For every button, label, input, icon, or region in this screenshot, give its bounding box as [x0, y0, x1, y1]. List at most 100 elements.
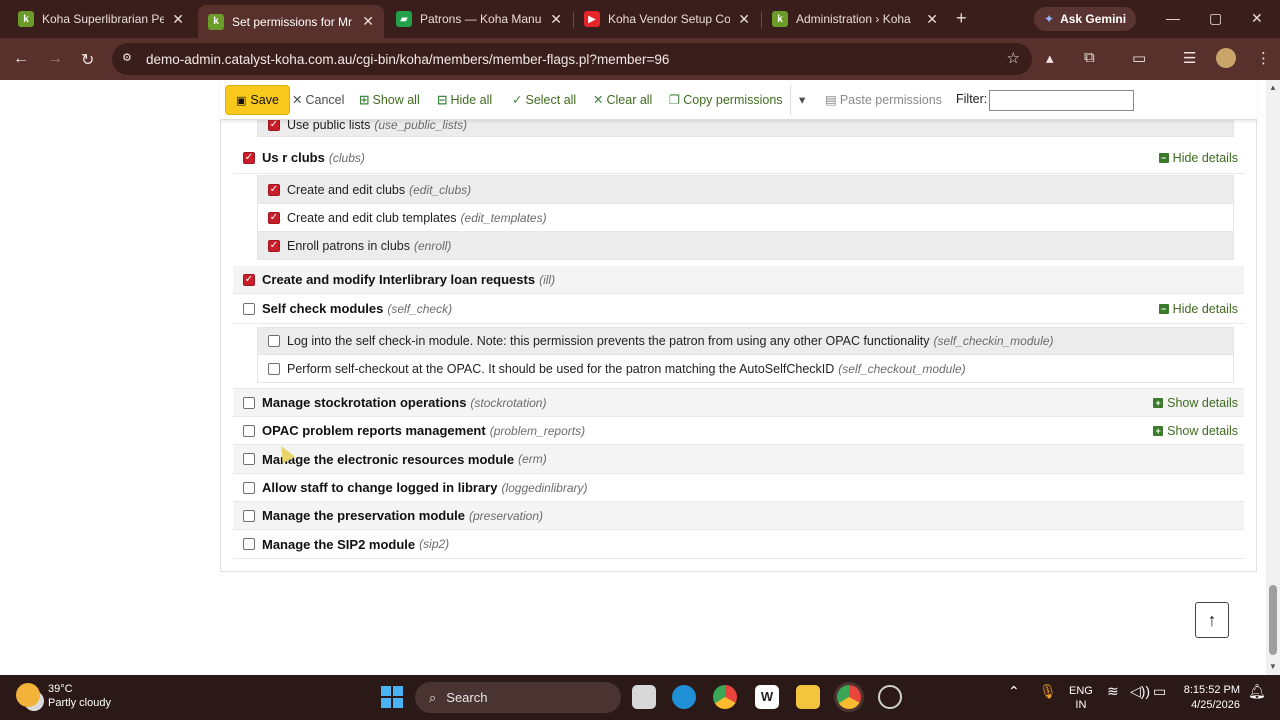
book-favicon-icon: ▰ [396, 11, 412, 27]
file-explorer-icon[interactable] [796, 685, 820, 709]
permission-checkbox[interactable] [268, 118, 280, 131]
hide-details-link[interactable]: − Hide details [1158, 302, 1238, 316]
microphone-icon[interactable]: 🎙 [1039, 683, 1057, 700]
permission-checkbox[interactable] [243, 396, 255, 409]
permission-code: (edit_templates) [460, 210, 547, 225]
show-hidden-icons-chevron-icon[interactable]: ⌃ [1008, 683, 1020, 700]
taskbar-search-box[interactable]: ⌕ Search [415, 682, 621, 713]
hide-details-link[interactable]: − Hide details [1158, 151, 1238, 165]
chrome-active-window-icon[interactable] [837, 685, 861, 709]
clock-date: 4/25/2026 [1191, 699, 1240, 711]
maximize-icon[interactable]: ▢ [1209, 10, 1222, 27]
close-tab-icon[interactable]: ✕ [926, 11, 938, 28]
window-close-icon[interactable]: ✕ [1251, 10, 1263, 27]
wikipedia-app-icon[interactable]: W [755, 685, 779, 709]
cast-icon[interactable]: ▭ [1132, 49, 1146, 67]
select-all-button[interactable]: ✓ Select all [512, 92, 576, 108]
browser-tab-1[interactable]: k Koha Superlibrarian Perm ✕ [8, 5, 194, 33]
task-view-icon[interactable] [632, 685, 656, 709]
language-indicator[interactable]: ENG IN [1069, 684, 1093, 712]
scroll-up-arrow-icon[interactable]: ▲ [1269, 83, 1277, 92]
paste-permissions-button[interactable]: ▤ Paste permissions [825, 92, 942, 108]
permission-row-preservation: Manage the preservation module (preserva… [233, 502, 1244, 530]
permission-checkbox[interactable] [243, 273, 255, 286]
permission-checkbox[interactable] [268, 183, 280, 196]
browser-tab-4[interactable]: ▶ Koha Vendor Setup Com ✕ [574, 5, 760, 33]
site-info-icon[interactable]: ⚙ [122, 51, 136, 65]
search-placeholder: Search [446, 690, 488, 705]
save-button[interactable]: ▣ Save [225, 85, 290, 115]
permission-checkbox[interactable] [243, 509, 255, 522]
permission-checkbox[interactable] [243, 538, 255, 550]
copy-permissions-button[interactable]: ❐ Copy permissions [669, 92, 783, 108]
show-details-link[interactable]: + Show details [1153, 396, 1238, 410]
permission-label: Create and edit clubs [287, 182, 406, 197]
scrollbar-thumb[interactable] [1269, 585, 1277, 655]
browser-tab-3[interactable]: ▰ Patrons — Koha Manual ✕ [386, 5, 572, 33]
permission-checkbox[interactable] [268, 335, 280, 347]
page-scrollbar[interactable]: ▲ ▼ [1266, 80, 1280, 675]
show-all-button[interactable]: ⊞ Show all [359, 92, 420, 108]
gemini-label: Ask Gemini [1060, 12, 1127, 26]
show-details-link[interactable]: + Show details [1153, 424, 1238, 438]
obs-studio-icon[interactable] [878, 685, 902, 709]
chrome-browser-icon[interactable] [713, 685, 737, 709]
extensions-puzzle-icon[interactable]: ⧉ [1084, 49, 1095, 66]
close-tab-icon[interactable]: ✕ [172, 11, 184, 28]
system-clock[interactable]: 8:15:52 PM 4/25/2026 [1176, 683, 1240, 713]
chrome-menu-icon[interactable]: ⋮ [1256, 49, 1271, 67]
language-code: ENG [1069, 685, 1093, 697]
filter-input[interactable] [989, 90, 1134, 111]
gemini-sparkle-icon: ✦ [1044, 12, 1055, 26]
plus-square-icon: ⊞ [359, 93, 370, 107]
bookmark-star-icon[interactable]: ☆ [1007, 49, 1020, 67]
permission-checkbox[interactable] [268, 362, 280, 375]
new-tab-icon[interactable]: + [956, 8, 967, 29]
copy-permissions-dropdown-caret-icon[interactable]: ▾ [799, 92, 805, 107]
volume-icon[interactable]: ◁)) [1130, 683, 1150, 700]
windows-taskbar: 39°C Partly cloudy ⌕ Search W ⌃ 🎙 ENG IN… [0, 675, 1280, 720]
scroll-to-top-button[interactable]: ↑ [1195, 602, 1229, 638]
permission-checkbox[interactable] [243, 453, 255, 465]
ask-gemini-button[interactable]: ✦ Ask Gemini [1034, 7, 1137, 31]
close-tab-icon[interactable]: ✕ [550, 11, 562, 28]
back-arrow-icon[interactable]: ← [13, 50, 29, 68]
permission-checkbox[interactable] [243, 302, 255, 315]
forward-arrow-icon[interactable]: → [47, 50, 63, 68]
close-tab-icon[interactable]: ✕ [362, 13, 374, 30]
clock-time: 8:15:52 PM [1183, 684, 1240, 696]
url-field[interactable]: ⚙ demo-admin.catalyst-koha.com.au/cgi-bi… [112, 43, 1032, 75]
browser-tab-bar: k Koha Superlibrarian Perm ✕ k Set permi… [0, 0, 1280, 38]
browser-tab-5[interactable]: k Administration › Koha ✕ [762, 5, 948, 33]
checkmark-icon: ✓ [512, 93, 523, 107]
media-controls-icon[interactable]: ☰ [1183, 49, 1196, 67]
weather-widget[interactable]: 39°C Partly cloudy [16, 683, 111, 709]
minimize-icon[interactable]: — [1166, 10, 1180, 26]
browser-tab-2-active[interactable]: k Set permissions for Mr S ✕ [198, 5, 384, 38]
plus-square-icon: + [1153, 425, 1164, 436]
cancel-button[interactable]: ✕ Cancel [292, 92, 344, 108]
scroll-down-arrow-icon[interactable]: ▼ [1269, 662, 1277, 671]
clear-all-button[interactable]: ✕ Clear all [593, 92, 652, 108]
battery-icon[interactable]: ▭ [1153, 683, 1166, 700]
wifi-icon[interactable]: ≋ [1107, 683, 1119, 700]
x-icon: ✕ [593, 93, 604, 107]
permission-checkbox[interactable] [243, 424, 255, 437]
permission-checkbox[interactable] [268, 239, 280, 252]
permission-label: Enroll patrons in clubs [287, 238, 410, 253]
edge-browser-icon[interactable] [672, 685, 696, 709]
permission-label: Perform self-checkout at the OPAC. It sh… [287, 361, 835, 376]
permission-checkbox[interactable] [243, 481, 255, 494]
hide-all-button[interactable]: ⊟ Hide all [437, 92, 492, 108]
reload-icon[interactable]: ↻ [81, 50, 94, 70]
extension-pin-icon[interactable]: ▴ [1046, 49, 1054, 67]
minus-square-icon: − [1158, 303, 1169, 314]
permission-code: (sip2) [419, 537, 450, 551]
permission-checkbox[interactable] [243, 151, 255, 164]
profile-avatar-icon[interactable] [1216, 48, 1236, 68]
windows-start-icon[interactable] [381, 686, 403, 708]
notifications-bell-icon[interactable]: 🔔︎ [1248, 683, 1266, 700]
permission-checkbox[interactable] [268, 211, 280, 224]
permission-code: (self_checkin_module) [933, 334, 1054, 348]
close-tab-icon[interactable]: ✕ [738, 11, 750, 28]
